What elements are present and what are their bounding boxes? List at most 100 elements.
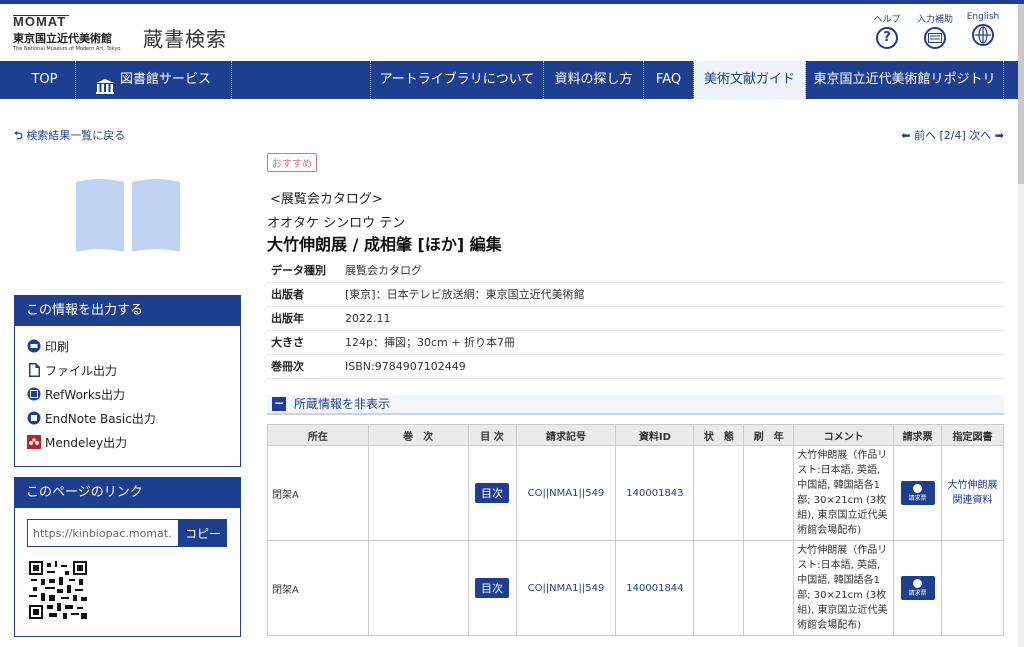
request-slip-button[interactable]: 請求票: [900, 481, 935, 505]
record-title: 大竹伸朗展 / 成相肇 [ほか] 編集: [267, 235, 502, 254]
mendeley-link[interactable]: Mendeley出力: [15, 430, 240, 454]
bibliographic-table: データ種別 展覧会カタログ 出版者 [東京]：日本テレビ放送網：東京国立近代美術館 …: [267, 258, 1004, 379]
meta-key: 巻冊次: [267, 354, 345, 379]
recommend-badge: おすすめ: [267, 153, 317, 172]
next-link[interactable]: 次へ ➡: [969, 129, 1004, 142]
print-label: 印刷: [45, 339, 70, 354]
output-panel-title: この情報を出力する: [15, 296, 240, 326]
print-link[interactable]: 印刷: [15, 334, 240, 358]
nav-library-service[interactable]: 図書館サービス: [76, 61, 232, 99]
item-id-cell: 140001844: [615, 540, 695, 636]
meta-value: ISBN:9784907102449: [345, 354, 1004, 379]
holdings-row: 閉架A 目次 CO||NMA1||549 140001843 大竹伸朗展（作品リ…: [267, 445, 1004, 541]
meta-value: [東京]：日本テレビ放送網：東京国立近代美術館: [345, 282, 1004, 307]
location-cell: 閉架A: [267, 445, 369, 541]
endnote-link[interactable]: EndNote Basic出力: [15, 406, 240, 430]
scrollbar-thumb[interactable]: [1018, 4, 1024, 184]
meta-key: 大きさ: [267, 330, 345, 355]
col-call-number: 請求記号: [515, 424, 617, 446]
item-id-cell: 140001843: [615, 445, 695, 541]
meta-value: 124p：挿図；30cm + 折り本7冊: [345, 330, 1004, 355]
nav-search-help[interactable]: 資料の探し方: [544, 61, 644, 99]
input-assist-button[interactable]: 入力補助: [910, 12, 960, 49]
export-icon: [27, 387, 41, 401]
prev-link[interactable]: ⬅ 前へ: [901, 129, 936, 142]
site-title: 蔵書検索: [143, 27, 227, 51]
assist-label: 入力補助: [916, 15, 953, 25]
file-output-label: ファイル出力: [45, 363, 118, 378]
back-to-results-link[interactable]: ⮌ 検索結果一覧に戻る: [14, 127, 125, 146]
mendeley-icon: [27, 435, 41, 449]
toc-button[interactable]: 目次: [475, 578, 510, 598]
question-icon: ?: [876, 27, 898, 49]
nav-repository[interactable]: 東京国立近代美術館リポジトリ: [806, 61, 1004, 99]
comment-cell: 大竹伸朗展（作品リスト:日本語, 英語, 中国語, 韓国語各1部; 30×21c…: [793, 540, 895, 636]
collapse-icon: −: [272, 396, 286, 411]
nav-library-label: 図書館サービス: [119, 72, 211, 87]
link-panel-title: このページのリンク: [15, 478, 240, 508]
volume-cell: [367, 540, 469, 636]
mendeley-label: Mendeley出力: [45, 435, 128, 450]
request-label: 請求票: [908, 495, 927, 502]
globe-icon: [972, 24, 994, 46]
museum-logo[interactable]: MOMAT 東京国立近代美術館 The National Museum of M…: [13, 15, 143, 52]
call-number-cell: CO||NMA1||549: [515, 445, 617, 541]
output-panel: この情報を出力する 印刷 ファイル出力 RefWorks出力 EndNote B…: [14, 295, 241, 467]
english-label: English: [966, 12, 1000, 22]
status-cell: [693, 540, 745, 636]
back-link-label: 検索結果一覧に戻る: [26, 129, 126, 142]
meta-key: データ種別: [267, 258, 345, 283]
left-arrow-icon: ⬅: [901, 129, 911, 142]
status-cell: [693, 445, 745, 541]
copy-button[interactable]: コピー: [179, 519, 227, 547]
page-scrollbar[interactable]: [1018, 4, 1024, 647]
logo-jp: 東京国立近代美術館: [13, 32, 112, 45]
file-output-link[interactable]: ファイル出力: [15, 358, 240, 382]
request-icon: [913, 484, 923, 493]
meta-row: 出版者 [東京]：日本テレビ放送網：東京国立近代美術館: [267, 282, 1004, 307]
refworks-label: RefWorks出力: [45, 387, 126, 402]
holdings-toggle[interactable]: − 所蔵情報を非表示: [267, 395, 1004, 415]
nav-guide[interactable]: 美術文献ガイド: [694, 61, 806, 99]
right-arrow-icon: ➡: [994, 129, 1004, 142]
col-item-id: 資料ID: [615, 424, 695, 446]
col-print-year: 刷 年: [743, 424, 795, 446]
return-arrow-icon: ⮌: [14, 129, 23, 142]
request-cell: 請求票: [893, 445, 943, 541]
print-year-cell: [743, 445, 795, 541]
refworks-link[interactable]: RefWorks出力: [15, 382, 240, 406]
meta-key: 出版者: [267, 282, 345, 307]
permalink-input[interactable]: [27, 519, 179, 547]
col-location: 所在: [267, 424, 369, 446]
reserve-cell: 大竹伸朗展関連資料: [941, 445, 1004, 541]
holdings-table: 所在 巻 次 目 次 請求記号 資料ID 状 態 刷 年 コメント 請求票 指定…: [267, 424, 1004, 636]
endnote-icon: [27, 411, 41, 425]
english-button[interactable]: English: [958, 12, 1008, 46]
material-type: <展覧会カタログ>: [270, 192, 383, 207]
next-label: 次へ: [969, 129, 992, 142]
request-icon: [913, 579, 923, 588]
reserve-cell: [941, 540, 1004, 636]
col-toc: 目 次: [467, 424, 517, 446]
nav-top[interactable]: TOP: [14, 61, 76, 99]
request-label: 請求票: [908, 590, 927, 597]
location-cell: 閉架A: [267, 540, 369, 636]
nav-faq[interactable]: FAQ: [644, 61, 694, 99]
link-panel: このページのリンク コピー: [14, 477, 241, 637]
book-cover-icon: [76, 178, 180, 255]
reserve-link[interactable]: 大竹伸朗展関連資料: [948, 480, 998, 506]
logo-en: The National Museum of Modern Art, Tokyo: [13, 46, 121, 52]
nav-about[interactable]: アートライブラリについて: [370, 61, 544, 99]
help-button[interactable]: ヘルプ ?: [862, 12, 912, 49]
toc-cell: 目次: [467, 540, 517, 636]
title-reading: オオタケ シンロウ テン: [267, 216, 406, 231]
help-label: ヘルプ: [873, 15, 901, 25]
meta-row: 大きさ 124p：挿図；30cm + 折り本7冊: [267, 330, 1004, 355]
print-year-cell: [743, 540, 795, 636]
toc-button[interactable]: 目次: [475, 483, 510, 503]
holdings-header-row: 所在 巻 次 目 次 請求記号 資料ID 状 態 刷 年 コメント 請求票 指定…: [267, 424, 1004, 446]
volume-cell: [367, 445, 469, 541]
request-slip-button[interactable]: 請求票: [900, 576, 935, 600]
holdings-toggle-label: 所蔵情報を非表示: [294, 397, 391, 411]
prev-label: 前へ: [913, 129, 936, 142]
